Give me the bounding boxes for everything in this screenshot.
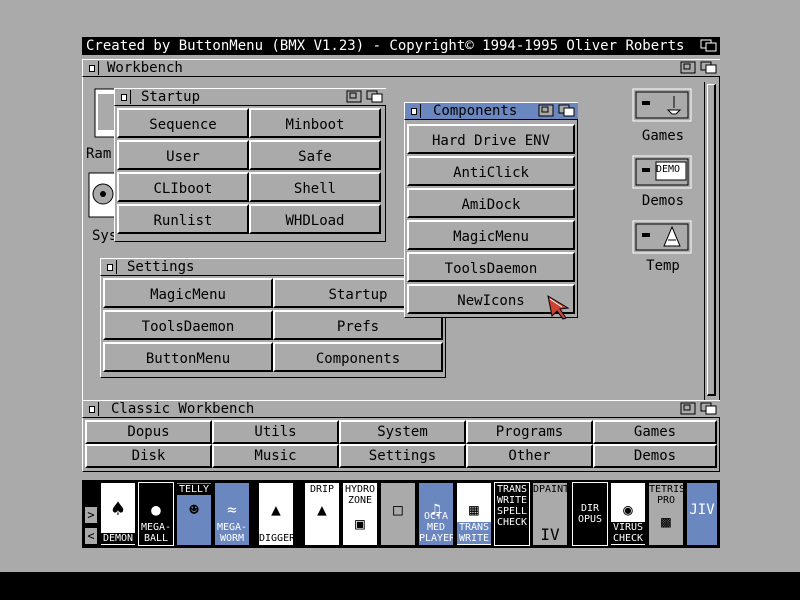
close-gadget-icon[interactable] [407,104,421,118]
zoom-gadget-icon[interactable] [680,402,698,416]
scroll-knob[interactable] [707,84,716,396]
dock-octamed-icon[interactable]: ♫ OCTA MED PLAYER [418,482,454,546]
startup-window: Startup Sequence Minboot User Safe CLIbo… [114,88,386,242]
startup-button-safe[interactable]: Safe [249,140,381,170]
dock-megaball-icon[interactable]: ● MEGA-BALL [138,482,174,546]
dock-tetris-icon[interactable]: TETRIS PRO ▩ [648,482,684,546]
screen-title: Created by ButtonMenu (BMX V1.23) - Copy… [86,38,685,54]
classic-button-demos[interactable]: Demos [593,444,717,468]
mouse-pointer-icon [547,294,570,320]
settings-title: Settings [127,259,195,275]
close-gadget-icon[interactable] [85,402,99,416]
workbench-title: Workbench [107,60,183,76]
dock-megaworm-icon[interactable]: ≈ MEGA-WORM [214,482,250,546]
startup-button-minboot[interactable]: Minboot [249,108,381,138]
startup-button-shell[interactable]: Shell [249,172,381,202]
classic-body: Dopus Utils System Programs Games Disk M… [82,418,720,472]
ram-label: Ram [86,146,112,162]
dock-digger-icon[interactable]: ▲ DIGGER [258,482,294,546]
dock-hydrozone-icon[interactable]: HYDRO ZONE ▣ [342,482,378,546]
settings-window: Settings MagicMenu Startup ToolsDaemon P… [100,258,446,378]
classic-button-system[interactable]: System [339,420,466,444]
classic-button-settings[interactable]: Settings [339,444,466,468]
dock-window-icon[interactable]: □ [380,482,416,546]
demos-drawer-icon[interactable]: DEMO Demos [628,155,698,217]
components-button-toolsdaemon[interactable]: ToolsDaemon [407,252,575,282]
games-drawer-icon[interactable]: Games [628,88,698,150]
workbench-titlebar[interactable]: Workbench [82,59,720,77]
close-gadget-icon[interactable] [85,61,99,75]
screen-bottom-border [0,572,800,600]
close-gadget-icon[interactable] [103,260,117,274]
components-body: Hard Drive ENV AntiClick AmiDock MagicMe… [404,120,578,318]
settings-button-magicmenu[interactable]: MagicMenu [103,278,273,308]
startup-title: Startup [141,89,201,105]
demos-label: Demos [641,193,685,209]
zoom-gadget-icon[interactable] [538,104,556,118]
startup-button-cliboot[interactable]: CLIboot [117,172,249,202]
depth-gadget-icon[interactable] [558,104,576,118]
dock-viruscheck-icon[interactable]: ◉ VIRUS CHECK [610,482,646,546]
startup-titlebar[interactable]: Startup [114,88,386,106]
startup-button-sequence[interactable]: Sequence [117,108,249,138]
dock-transwrite-icon[interactable]: ▦ TRANS WRITE [456,482,492,546]
zoom-gadget-icon[interactable] [680,61,698,75]
temp-drawer-icon[interactable]: Temp [628,220,698,282]
close-gadget-icon[interactable] [117,90,131,104]
components-window: Components Hard Drive ENV AntiClick AmiD… [404,102,578,318]
dock-drip-icon[interactable]: DRIP ▲ [304,482,340,546]
dock-dpaint-icon[interactable]: DPAINT IV [532,482,568,546]
dock-diropus-icon[interactable]: DIR OPUS [572,482,608,546]
zoom-gadget-icon[interactable] [346,90,364,104]
components-button-magicmenu[interactable]: MagicMenu [407,220,575,250]
components-button-harddrive-env[interactable]: Hard Drive ENV [407,124,575,154]
classic-title: Classic Workbench [111,401,255,417]
classic-workbench-window: Classic Workbench Dopus Utils System Pro… [82,400,720,472]
dock-scroll-right-button[interactable]: > [84,506,98,524]
depth-gadget-icon[interactable] [700,61,718,75]
dock-telly-icon[interactable]: TELLY ☻ [176,482,212,546]
dock-demon-icon[interactable]: ♠ DEMON [100,482,136,546]
startup-button-whdload[interactable]: WHDLoad [249,204,381,234]
screen-depth-gadget[interactable] [700,39,718,53]
depth-gadget-icon[interactable] [366,90,384,104]
workbench-scrollbar[interactable] [704,82,719,400]
components-titlebar[interactable]: Components [404,102,578,120]
startup-button-runlist[interactable]: Runlist [117,204,249,234]
dock-spellcheck-icon[interactable]: TRANS WRITE SPELL CHECK [494,482,530,546]
settings-button-components[interactable]: Components [273,342,443,372]
classic-button-utils[interactable]: Utils [212,420,339,444]
settings-body: MagicMenu Startup ToolsDaemon Prefs Butt… [100,276,446,378]
classic-button-disk[interactable]: Disk [85,444,212,468]
amiga-screen: Created by ButtonMenu (BMX V1.23) - Copy… [0,0,800,572]
classic-button-dopus[interactable]: Dopus [85,420,212,444]
startup-button-user[interactable]: User [117,140,249,170]
classic-button-games[interactable]: Games [593,420,717,444]
startup-body: Sequence Minboot User Safe CLIboot Shell… [114,106,386,242]
dock-jiv-icon[interactable]: JIV [686,482,718,546]
classic-button-programs[interactable]: Programs [466,420,593,444]
classic-titlebar[interactable]: Classic Workbench [82,400,720,418]
demos-badge: DEMO [656,164,681,175]
components-button-amidock[interactable]: AmiDock [407,188,575,218]
settings-titlebar[interactable]: Settings [100,258,446,276]
depth-gadget-icon[interactable] [700,402,718,416]
games-label: Games [641,128,685,144]
components-title: Components [433,103,518,119]
components-button-anticlick[interactable]: AntiClick [407,156,575,186]
settings-button-buttonmenu[interactable]: ButtonMenu [103,342,273,372]
settings-button-toolsdaemon[interactable]: ToolsDaemon [103,310,273,340]
classic-button-music[interactable]: Music [212,444,339,468]
classic-button-other[interactable]: Other [466,444,593,468]
dock-scroll-left-button[interactable]: < [84,527,98,545]
screen-title-bar: Created by ButtonMenu (BMX V1.23) - Copy… [82,37,720,55]
temp-label: Temp [646,258,680,274]
